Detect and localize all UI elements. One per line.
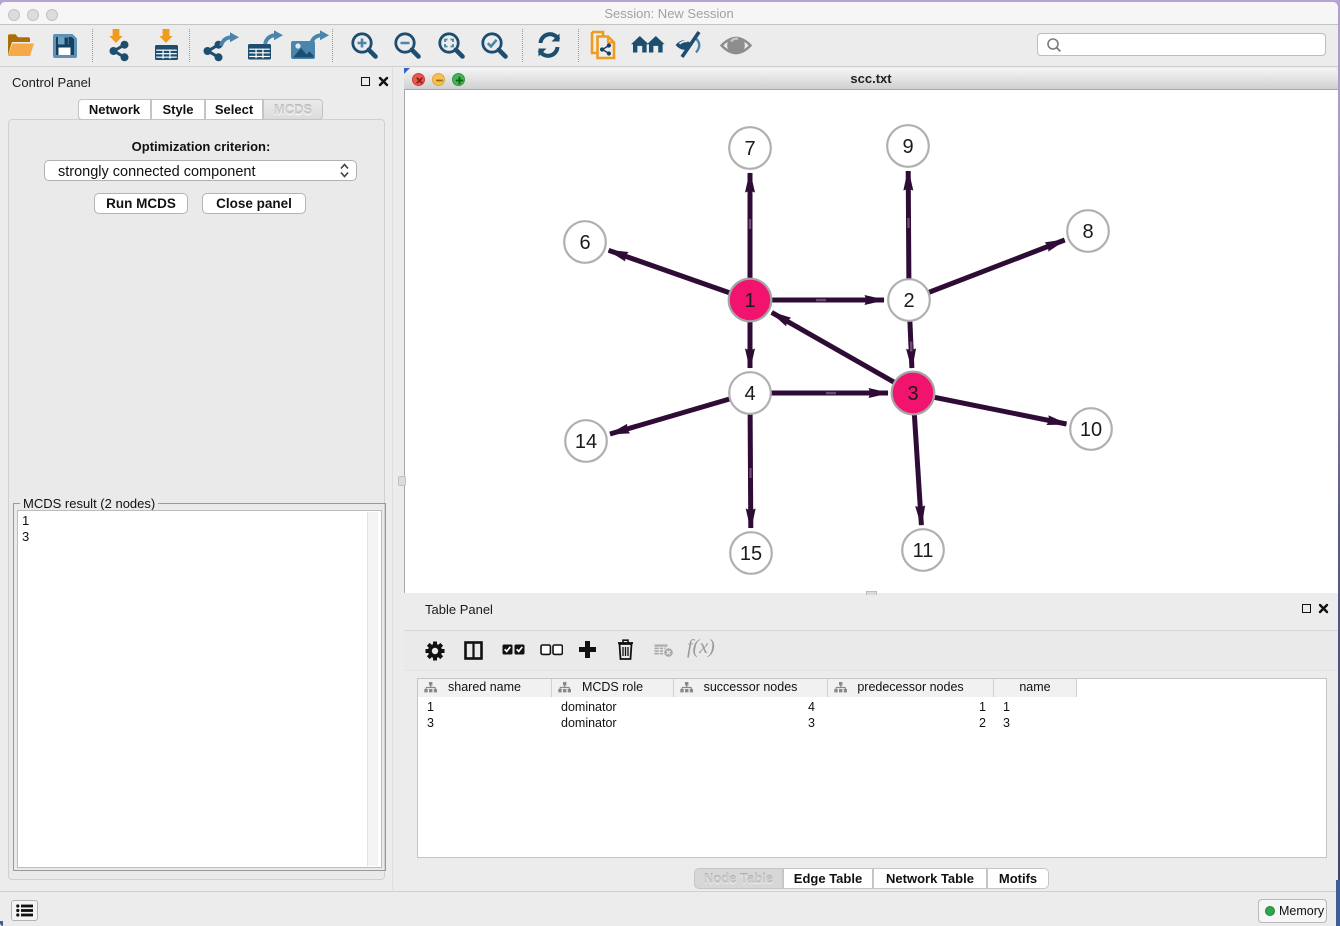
svg-text:3: 3 — [907, 383, 918, 405]
svg-text:2: 2 — [903, 290, 914, 312]
svg-text:7: 7 — [744, 138, 755, 160]
svg-text:15: 15 — [740, 543, 762, 565]
svg-text:10: 10 — [1080, 419, 1102, 441]
svg-text:1: 1 — [744, 290, 755, 312]
svg-text:6: 6 — [579, 232, 590, 254]
svg-text:14: 14 — [575, 431, 597, 453]
svg-text:4: 4 — [744, 383, 755, 405]
svg-text:11: 11 — [913, 540, 934, 562]
svg-text:9: 9 — [902, 136, 913, 158]
svg-text:8: 8 — [1082, 221, 1093, 243]
